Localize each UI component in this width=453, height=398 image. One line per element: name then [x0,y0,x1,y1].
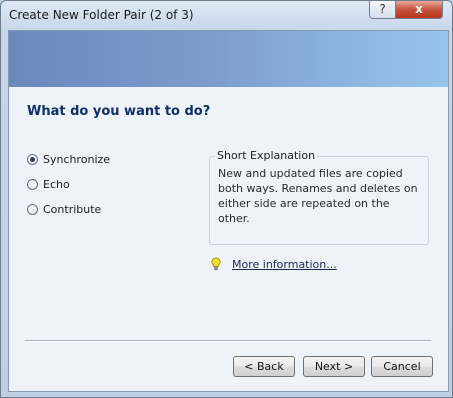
help-button[interactable]: ? [369,1,396,19]
radio-label[interactable]: Contribute [43,203,101,216]
radio-label[interactable]: Echo [43,178,70,191]
header-banner [9,31,448,87]
more-information-link[interactable]: More information... [232,258,337,271]
radio-button-icon[interactable] [27,179,38,190]
radio-echo[interactable]: Echo [27,178,70,191]
radio-synchronize[interactable]: Synchronize [27,153,110,166]
dialog-content: What do you want to do? Synchronize Echo… [8,30,449,392]
lightbulb-icon [211,257,221,270]
close-button[interactable]: x [395,1,443,19]
short-explanation-text: New and updated files are copied both wa… [218,167,418,225]
short-explanation-title: Short Explanation [215,149,318,162]
radio-button-icon[interactable] [27,154,38,165]
cancel-button[interactable]: Cancel [371,356,433,377]
radio-label[interactable]: Synchronize [43,153,110,166]
divider [25,340,431,342]
radio-contribute[interactable]: Contribute [27,203,101,216]
page-heading: What do you want to do? [27,104,211,119]
back-button[interactable]: < Back [233,356,295,377]
next-button[interactable]: Next > [303,356,365,377]
short-explanation-group: Short Explanation New and updated files … [209,149,429,245]
more-information-row[interactable]: More information... [209,257,337,271]
radio-button-icon[interactable] [27,204,38,215]
window-title: Create New Folder Pair (2 of 3) [9,8,194,22]
dialog-window: Create New Folder Pair (2 of 3) ? x What… [0,0,453,398]
